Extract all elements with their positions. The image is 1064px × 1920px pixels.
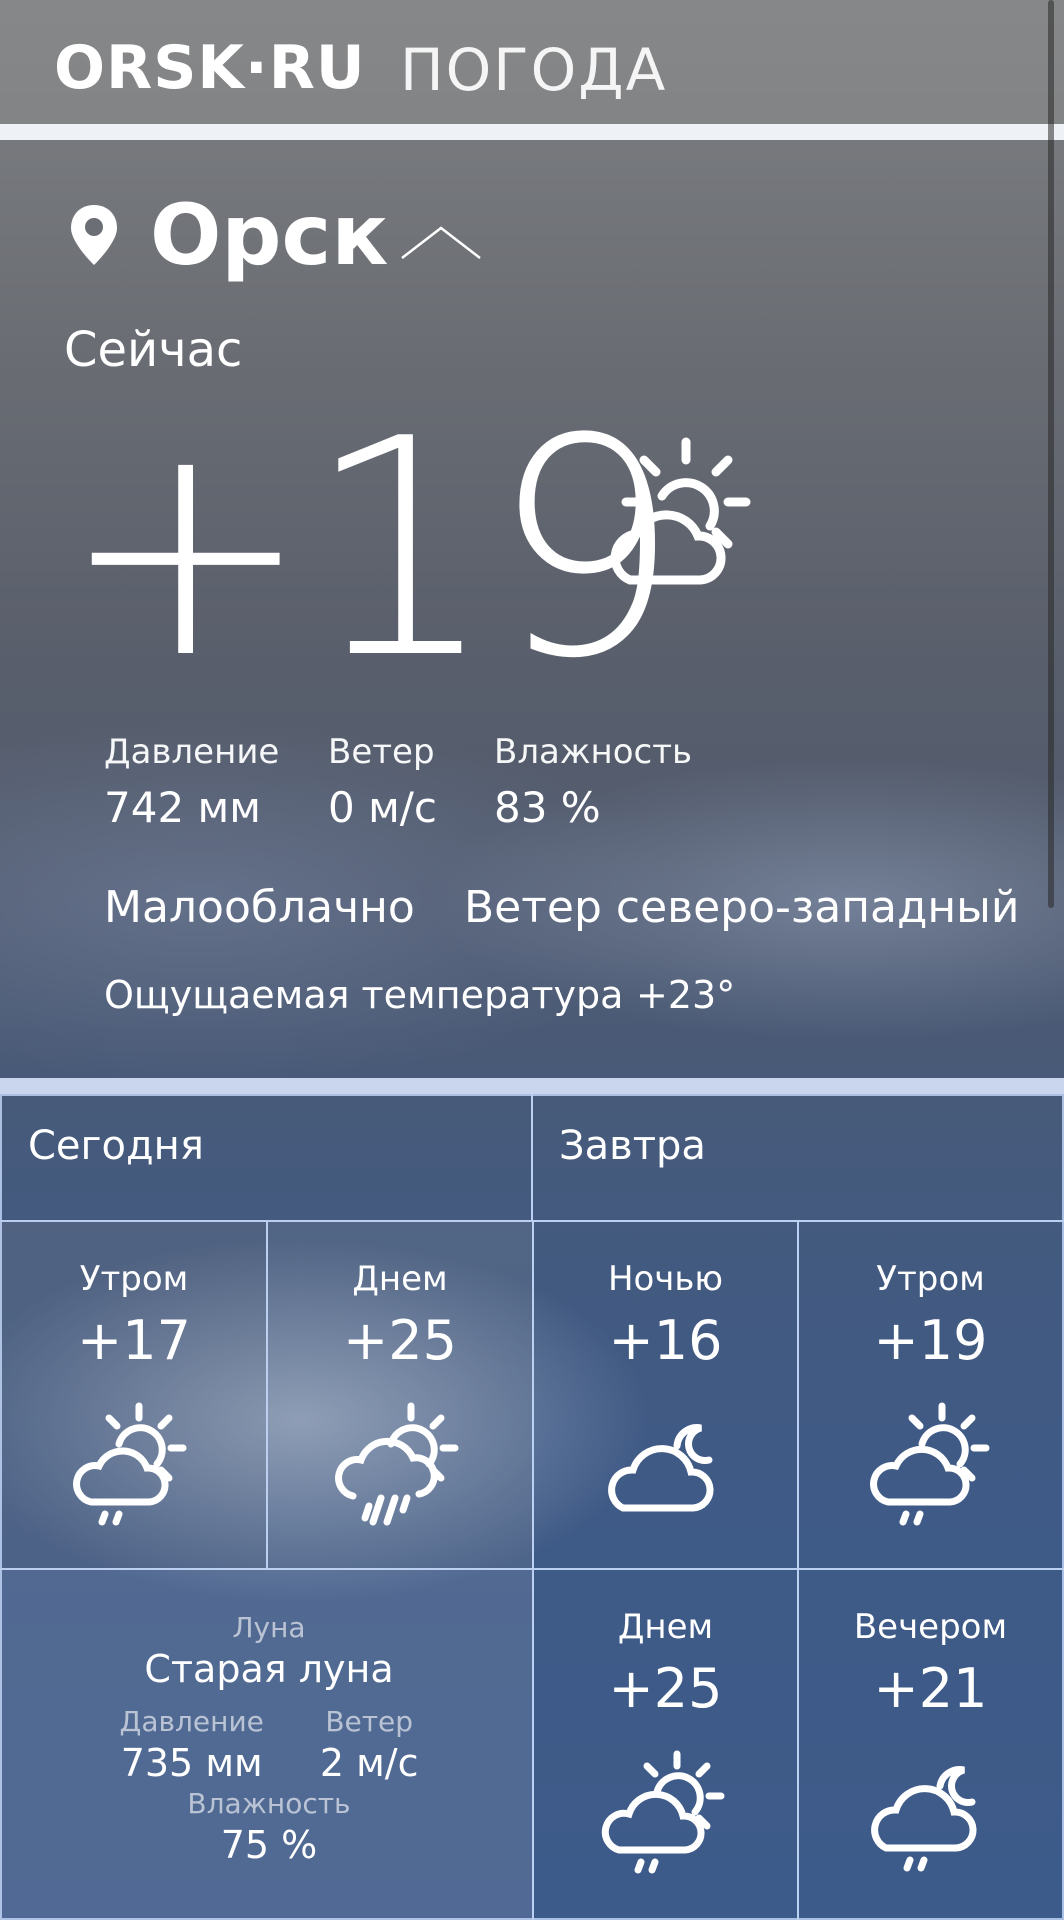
humidity-label: Влажность bbox=[494, 732, 693, 772]
scrollbar[interactable] bbox=[1048, 0, 1054, 908]
period-temp: +25 bbox=[608, 1657, 723, 1720]
period-today-morning: Утром +17 bbox=[0, 1220, 268, 1570]
period-title: Днем bbox=[617, 1607, 714, 1647]
period-title: Ночью bbox=[607, 1259, 724, 1299]
wind-stat: Ветер 0 м/с bbox=[328, 730, 437, 836]
period-tomorrow-evening: Вечером +21 bbox=[797, 1568, 1064, 1920]
period-temp: +21 bbox=[873, 1657, 988, 1720]
period-title: Утром bbox=[876, 1259, 985, 1299]
app-header: ORSK·RU ПОГОДА bbox=[0, 0, 1064, 124]
moon-cloud-light-rain-icon bbox=[870, 1766, 977, 1872]
period-title: Утром bbox=[79, 1259, 189, 1299]
wind-direction: Ветер северо-западный bbox=[464, 882, 1020, 933]
pressure-value: 742 мм bbox=[104, 783, 261, 832]
header-divider bbox=[0, 124, 1064, 140]
period-temp: +25 bbox=[343, 1309, 457, 1372]
sun-cloud-light-rain-icon bbox=[869, 1402, 989, 1526]
today-label: Сегодня bbox=[28, 1123, 204, 1169]
city-selector[interactable]: Орск bbox=[68, 190, 388, 280]
wind-label: Ветер bbox=[328, 732, 435, 772]
moon-pressure-label: Давление bbox=[119, 1705, 264, 1738]
location-pin-icon bbox=[71, 205, 117, 265]
humidity-stat: Влажность 83 % bbox=[494, 730, 692, 836]
period-tomorrow-night: Ночью +16 bbox=[532, 1220, 799, 1570]
sun-cloud-light-rain-icon bbox=[73, 1402, 187, 1526]
today-header[interactable]: Сегодня bbox=[0, 1094, 533, 1222]
city-name: Орск bbox=[150, 186, 389, 284]
forecast-divider bbox=[0, 1078, 1064, 1094]
feels-like-value: +23° bbox=[636, 973, 736, 1017]
moon-label: Луна bbox=[232, 1611, 306, 1644]
moon-info: Луна Старая луна Давление 735 мм Ветер 2… bbox=[0, 1568, 534, 1920]
chevron-up-icon[interactable] bbox=[400, 222, 482, 262]
moon-phase: Старая луна bbox=[144, 1647, 394, 1691]
section-title: ПОГОДА bbox=[400, 36, 668, 104]
partly-cloudy-sun-icon bbox=[610, 437, 751, 585]
period-today-day: Днем +25 bbox=[266, 1220, 534, 1570]
tomorrow-header[interactable]: Завтра bbox=[531, 1094, 1064, 1222]
current-temperature: +19 bbox=[60, 375, 681, 724]
period-title: Вечером bbox=[853, 1607, 1008, 1647]
moon-cloud-icon bbox=[607, 1424, 714, 1512]
now-label: Сейчас bbox=[64, 322, 243, 378]
period-temp: +17 bbox=[77, 1309, 191, 1372]
feels-like-label: Ощущаемая температура bbox=[104, 973, 624, 1017]
weather-condition: Малооблачно bbox=[104, 882, 415, 933]
tomorrow-label: Завтра bbox=[559, 1123, 706, 1169]
humidity-value: 83 % bbox=[494, 783, 601, 832]
period-tomorrow-morning: Утром +19 bbox=[797, 1220, 1064, 1570]
moon-pressure-value: 735 мм bbox=[120, 1741, 263, 1785]
period-tomorrow-day: Днем +25 bbox=[532, 1568, 799, 1920]
period-temp: +19 bbox=[873, 1309, 988, 1372]
site-logo[interactable]: ORSK·RU bbox=[54, 28, 366, 108]
moon-humidity-value: 75 % bbox=[220, 1823, 318, 1867]
moon-wind-label: Ветер bbox=[325, 1705, 414, 1738]
period-temp: +16 bbox=[608, 1309, 723, 1372]
pressure-label: Давление bbox=[104, 732, 280, 772]
moon-wind-value: 2 м/с bbox=[319, 1741, 419, 1785]
forecast-grid: Сегодня Завтра Утром +17 Днем +25 Ночью … bbox=[0, 1094, 1064, 1920]
sun-cloud-rain-icon bbox=[335, 1402, 459, 1526]
pressure-stat: Давление 742 мм bbox=[104, 730, 279, 836]
period-title: Днем bbox=[352, 1259, 448, 1299]
wind-value: 0 м/с bbox=[328, 783, 437, 832]
sun-cloud-light-rain-icon bbox=[601, 1750, 724, 1874]
moon-humidity-label: Влажность bbox=[187, 1787, 351, 1820]
